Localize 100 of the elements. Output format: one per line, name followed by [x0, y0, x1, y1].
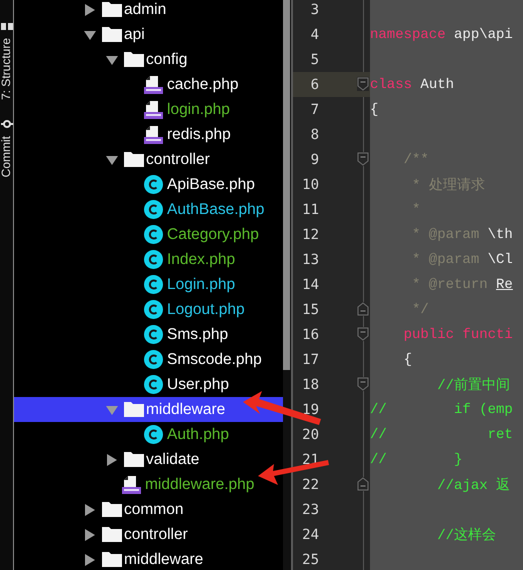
line-number: 14: [301, 276, 319, 292]
folder-icon: [124, 402, 144, 417]
line-number: 23: [301, 502, 319, 518]
class-file-icon: [144, 200, 163, 219]
class-file-icon: [144, 350, 163, 369]
folder-icon: [124, 152, 144, 167]
line-number: 4: [310, 26, 319, 42]
tree-item[interactable]: middleware: [14, 547, 283, 570]
tree-item[interactable]: Auth.php: [14, 422, 283, 447]
tree-item[interactable]: validate: [14, 447, 283, 472]
tree-item[interactable]: Category.php: [14, 222, 283, 247]
file-name: middleware.php: [145, 476, 254, 494]
fold-icon[interactable]: [357, 77, 369, 91]
folder-icon: [102, 527, 122, 542]
class-file-icon: [144, 175, 163, 194]
tree-item[interactable]: api: [14, 22, 283, 47]
structure-icon: [0, 22, 12, 30]
line-number: 22: [301, 476, 319, 492]
tree-item[interactable]: AuthBase.php: [14, 197, 283, 222]
code-line: //前置中间: [436, 376, 510, 394]
tree-item[interactable]: cache.php: [14, 72, 283, 97]
folder-name: controller: [146, 150, 210, 168]
file-name: AuthBase.php: [167, 200, 264, 218]
side-tab[interactable]: 7: Structure: [0, 20, 13, 100]
folder-icon: [124, 52, 144, 67]
tree-item[interactable]: Smscode.php: [14, 347, 283, 372]
tree-item[interactable]: controller: [14, 147, 283, 172]
line-number: 3: [310, 2, 319, 18]
expanded-arrow-icon[interactable]: [106, 54, 118, 66]
folder-icon: [124, 452, 144, 467]
class-file-icon: [144, 425, 163, 444]
class-file-icon: [144, 375, 163, 394]
tree-item[interactable]: Index.php: [14, 247, 283, 272]
folder-name: admin: [124, 0, 166, 18]
folder-name: config: [146, 50, 188, 68]
line-number: 13: [301, 252, 319, 268]
tree-item[interactable]: Sms.php: [14, 322, 283, 347]
tree-item[interactable]: admin: [14, 0, 283, 22]
line-number: 5: [310, 52, 319, 68]
collapsed-arrow-icon[interactable]: [84, 528, 96, 540]
line-number: 19: [301, 402, 319, 418]
tree-item[interactable]: ApiBase.php: [14, 172, 283, 197]
file-name: ApiBase.php: [167, 176, 255, 194]
file-name: redis.php: [167, 126, 231, 144]
line-number: 20: [301, 426, 319, 442]
tree-item[interactable]: config: [14, 47, 283, 72]
line-number: 10: [301, 176, 319, 192]
php-file-icon: [144, 126, 163, 144]
collapsed-arrow-icon[interactable]: [84, 554, 96, 566]
fold-icon[interactable]: [357, 377, 369, 391]
fold-icon[interactable]: [357, 152, 369, 166]
tree-item[interactable]: middleware.php: [14, 472, 283, 497]
class-file-icon: [144, 250, 163, 269]
tree-item[interactable]: User.php: [14, 372, 283, 397]
expanded-arrow-icon[interactable]: [106, 154, 118, 166]
fold-icon[interactable]: [357, 477, 369, 491]
collapsed-arrow-icon[interactable]: [84, 4, 96, 16]
collapsed-arrow-icon[interactable]: [106, 454, 118, 466]
class-file-icon: [144, 300, 163, 319]
collapsed-arrow-icon[interactable]: [84, 504, 96, 516]
code-line: // }: [370, 452, 462, 468]
line-number: 9: [310, 152, 319, 168]
fold-icon[interactable]: [357, 327, 369, 341]
expanded-arrow-icon[interactable]: [84, 28, 96, 40]
code-line: *: [411, 202, 420, 218]
tree-item[interactable]: Logout.php: [14, 297, 283, 322]
commit-icon: [0, 119, 12, 130]
code-line: // if (emp: [370, 402, 513, 418]
line-number: 18: [301, 376, 319, 392]
line-number: 15: [301, 302, 319, 318]
file-name: Category.php: [167, 226, 259, 244]
tree-item[interactable]: redis.php: [14, 122, 283, 147]
tree-item[interactable]: login.php: [14, 97, 283, 122]
class-file-icon: [144, 325, 163, 344]
code-line: namespace app\api: [370, 26, 513, 42]
tree-item[interactable]: common: [14, 497, 283, 522]
line-number: 12: [301, 226, 319, 242]
scrollbar-thumb[interactable]: [283, 0, 290, 370]
fold-icon[interactable]: [357, 302, 369, 316]
file-name: Sms.php: [167, 326, 228, 344]
line-number: 6: [310, 76, 319, 92]
file-name: Auth.php: [167, 426, 230, 444]
side-tab[interactable]: Commit: [0, 118, 13, 178]
folder-icon: [102, 552, 122, 567]
tree-item[interactable]: controller: [14, 522, 283, 547]
line-number: 24: [301, 526, 319, 542]
php-file-icon: [144, 100, 163, 118]
file-name: login.php: [167, 100, 230, 118]
code-line: */: [411, 302, 429, 318]
code-line: // ret: [370, 426, 513, 442]
folder-icon: [102, 27, 122, 42]
folder-name: api: [124, 26, 145, 44]
code-line: //这样会: [436, 526, 496, 544]
code-line: public functi: [402, 326, 513, 342]
tree-item[interactable]: middleware: [14, 397, 283, 422]
file-name: Smscode.php: [167, 350, 262, 368]
line-number: 16: [301, 326, 319, 342]
line-number: 25: [301, 552, 319, 568]
code-line: //ajax 返: [436, 476, 510, 494]
tree-item[interactable]: Login.php: [14, 272, 283, 297]
